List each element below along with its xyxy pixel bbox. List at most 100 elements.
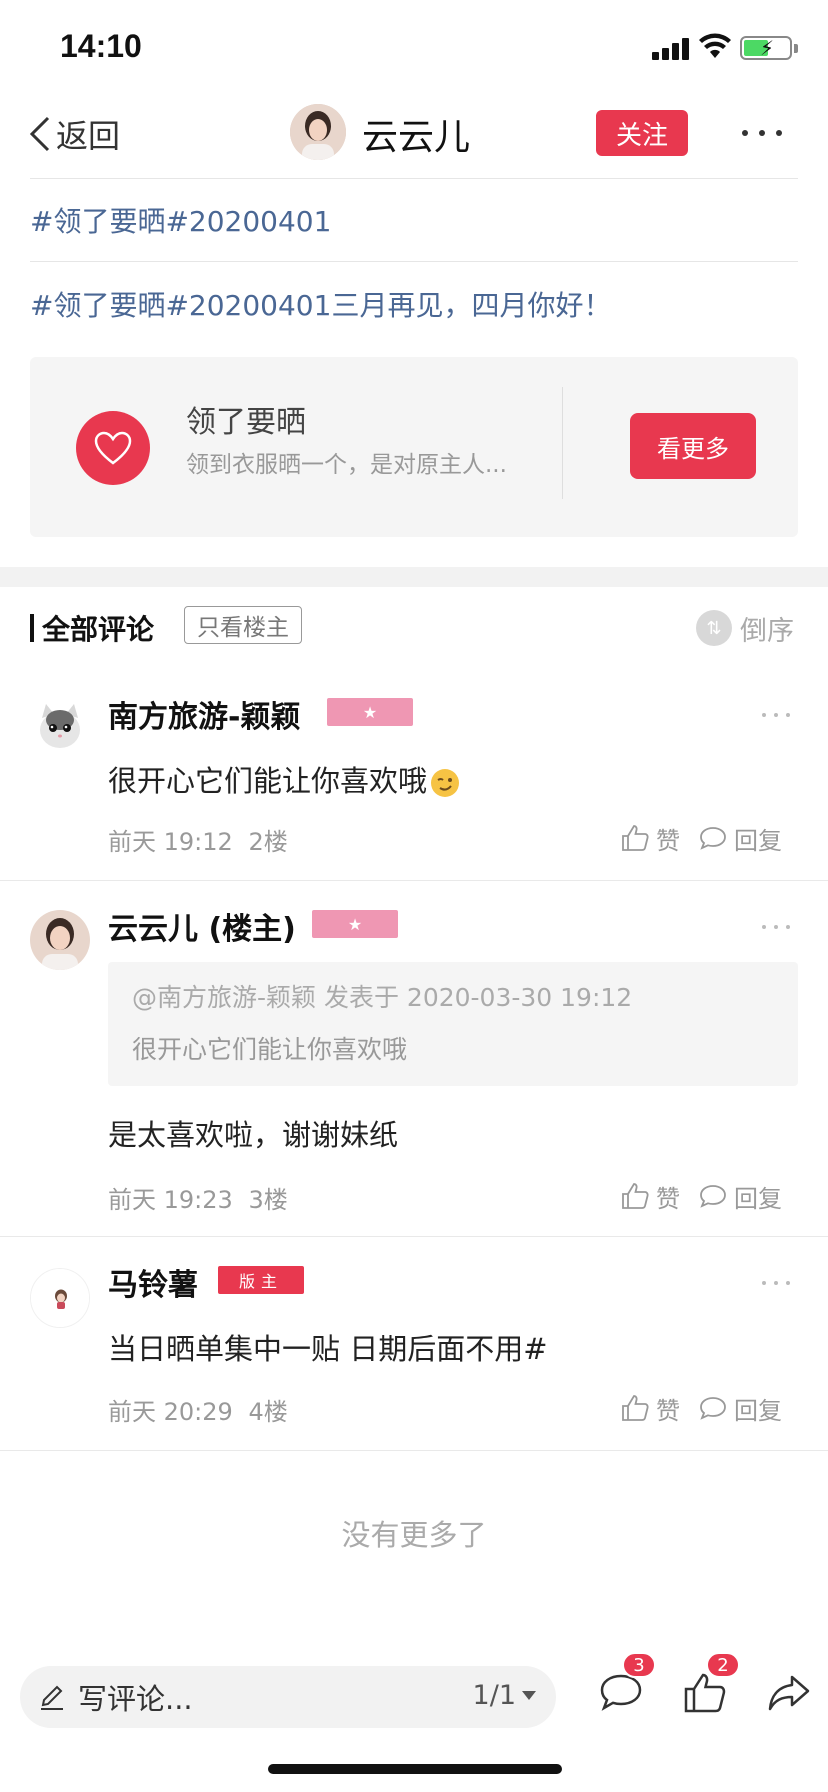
like-button[interactable]: 赞 xyxy=(620,1179,680,1214)
divider xyxy=(562,387,563,499)
wifi-icon xyxy=(699,33,731,58)
comment-text: 是太喜欢啦，谢谢妹纸 xyxy=(108,1118,399,1152)
see-more-button[interactable]: 看更多 xyxy=(630,413,756,479)
reply-label: 回复 xyxy=(734,1184,782,1213)
quote-text: 很开心它们能让你喜欢哦 xyxy=(132,1035,408,1064)
back-button[interactable]: 返回 xyxy=(28,108,120,160)
comment-meta: 前天 19:23 3楼 xyxy=(108,1180,288,1215)
commenter-avatar[interactable] xyxy=(30,1268,90,1328)
header-accent-bar xyxy=(30,614,34,642)
comment-meta: 前天 19:12 2楼 xyxy=(108,822,288,857)
divider xyxy=(0,1450,828,1451)
comment-count-badge: 3 xyxy=(622,1652,656,1678)
comment-meta: 前天 20:29 4楼 xyxy=(108,1392,288,1427)
nav-bar: 返回 云云儿 关注 xyxy=(0,90,828,178)
like-count-badge: 2 xyxy=(706,1652,740,1678)
level-badge: ★ xyxy=(312,910,398,938)
comment-time: 前天 19:23 xyxy=(108,1186,233,1214)
section-gap xyxy=(0,567,828,587)
commenter-name[interactable]: 云云儿 (楼主) xyxy=(108,904,296,948)
comment-more-icon[interactable] xyxy=(762,1278,790,1288)
comment-floor: 3楼 xyxy=(248,1186,288,1214)
moderator-badge: 版主 xyxy=(218,1266,304,1294)
follow-button[interactable]: 关注 xyxy=(596,110,688,156)
comment-text: 当日晒单集中一贴 日期后面不用# xyxy=(108,1332,548,1366)
status-bar: 14:10 ⚡ xyxy=(0,0,828,90)
comment-actions: 赞 回复 xyxy=(620,1176,800,1216)
pencil-icon xyxy=(41,1685,63,1710)
commenter-avatar[interactable] xyxy=(30,910,90,970)
comments-header: 全部评论 只看楼主 ⇅ 倒序 xyxy=(0,598,828,658)
comments-title: 全部评论 xyxy=(42,613,155,646)
caret-down-icon xyxy=(522,1691,536,1700)
reply-button[interactable]: 回复 xyxy=(698,821,782,856)
comment-floor: 4楼 xyxy=(248,1398,288,1426)
status-time: 14:10 xyxy=(60,28,142,64)
sort-toggle[interactable]: ⇅ 倒序 xyxy=(696,608,794,648)
commenter-name[interactable]: 马铃薯 xyxy=(108,1260,198,1304)
divider xyxy=(30,178,798,179)
comment-floor: 2楼 xyxy=(248,828,288,856)
like-button[interactable]: 赞 xyxy=(620,1391,680,1426)
author-avatar[interactable] xyxy=(290,104,346,160)
back-label: 返回 xyxy=(56,117,121,155)
more-options-icon[interactable] xyxy=(742,118,782,148)
comment-actions: 赞 回复 xyxy=(620,1388,800,1428)
divider xyxy=(0,880,828,881)
comment-time: 前天 20:29 xyxy=(108,1398,233,1426)
post-tag-title[interactable]: #领了要晒#20200401 xyxy=(30,200,331,240)
topic-description: 领到衣服晒一个，是对原主人... xyxy=(186,452,507,478)
comment-input[interactable]: 写评论... 1/1 xyxy=(20,1666,556,1728)
sort-icon: ⇅ xyxy=(696,610,732,646)
comment-time: 前天 19:12 xyxy=(108,828,233,856)
like-button[interactable]: 赞 xyxy=(620,821,680,856)
speech-bubble-icon xyxy=(700,827,726,850)
comment-text: 很开心它们能让你喜欢哦 xyxy=(108,758,461,800)
battery-cap xyxy=(794,44,798,53)
page-indicator-label: 1/1 xyxy=(472,1680,516,1711)
thumbs-up-icon xyxy=(622,1395,649,1421)
quote-meta: @南方旅游-颖颖 发表于 2020-03-30 19:12 xyxy=(132,983,633,1012)
author-name[interactable]: 云云儿 xyxy=(362,108,470,160)
comment-actions: 赞 回复 xyxy=(620,818,800,858)
thumbs-up-icon xyxy=(622,1183,649,1209)
comment-icon xyxy=(600,1674,642,1711)
heart-icon xyxy=(76,411,150,485)
like-label: 赞 xyxy=(656,1184,680,1213)
comment-more-icon[interactable] xyxy=(762,710,790,720)
chevron-left-icon xyxy=(29,116,50,152)
level-badge: ★ xyxy=(327,698,413,726)
reply-label: 回复 xyxy=(734,826,782,855)
reply-label: 回复 xyxy=(734,1396,782,1425)
thumbs-up-icon xyxy=(622,825,649,851)
like-label: 赞 xyxy=(656,1396,680,1425)
sort-label: 倒序 xyxy=(740,615,794,647)
comment-placeholder: 写评论... xyxy=(78,1682,193,1716)
home-indicator xyxy=(268,1764,562,1774)
no-more-label: 没有更多了 xyxy=(341,1518,487,1552)
divider xyxy=(30,261,798,262)
share-arrow-icon xyxy=(768,1675,810,1711)
wink-emoji-icon xyxy=(429,767,461,799)
speech-bubble-icon xyxy=(700,1185,726,1208)
page-selector[interactable]: 1/1 xyxy=(473,1680,536,1711)
like-post-button[interactable]: 2 xyxy=(680,1652,740,1718)
divider xyxy=(0,1236,828,1237)
like-label: 赞 xyxy=(656,826,680,855)
topic-card[interactable]: 领了要晒 领到衣服晒一个，是对原主人... 看更多 xyxy=(30,357,798,537)
post-body: #领了要晒#20200401三月再见，四月你好！ xyxy=(30,289,612,322)
quoted-comment: @南方旅游-颖颖 发表于 2020-03-30 19:12 很开心它们能让你喜欢… xyxy=(108,962,798,1086)
only-author-filter[interactable]: 只看楼主 xyxy=(184,606,302,644)
comment-more-icon[interactable] xyxy=(762,922,790,932)
signal-icon xyxy=(652,38,690,60)
reply-button[interactable]: 回复 xyxy=(698,1391,782,1426)
reply-button[interactable]: 回复 xyxy=(698,1179,782,1214)
comments-button[interactable]: 3 xyxy=(596,1652,656,1718)
commenter-name[interactable]: 南方旅游-颖颖 xyxy=(108,692,300,736)
commenter-avatar[interactable] xyxy=(30,696,90,756)
topic-name: 领了要晒 xyxy=(186,405,306,440)
comment-text-content: 很开心它们能让你喜欢哦 xyxy=(108,764,428,798)
battery-icon: ⚡ xyxy=(740,36,792,60)
share-button[interactable] xyxy=(764,1668,814,1718)
bottom-bar: 写评论... 1/1 3 2 xyxy=(0,1652,828,1740)
